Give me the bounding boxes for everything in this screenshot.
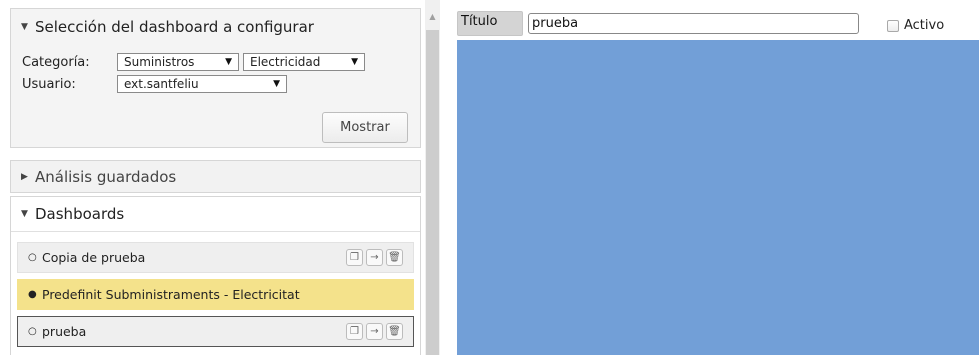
category-label: Categoría:: [22, 54, 90, 70]
dashboard-item-label: prueba: [42, 324, 87, 339]
user-select[interactable]: ext.santfeliu ▼: [117, 75, 287, 93]
dropdown-arrow-icon: ▼: [225, 57, 232, 67]
dashboard-item-actions: ❐ → 🗑: [346, 249, 403, 266]
arrow-right-icon[interactable]: →: [366, 249, 383, 266]
collapse-triangle-icon: ▼: [21, 22, 28, 32]
dashboards-title: Dashboards: [35, 205, 125, 223]
arrow-right-icon[interactable]: →: [366, 323, 383, 340]
scrollbar-thumb[interactable]: [426, 30, 439, 355]
trash-icon[interactable]: 🗑: [386, 249, 403, 266]
dropdown-arrow-icon: ▼: [351, 57, 358, 67]
radio-filled-icon: ●: [28, 289, 37, 300]
dashboards-header[interactable]: ▼ Dashboards: [11, 197, 420, 231]
dashboard-selection-panel: ▼ Selección del dashboard a configurar C…: [10, 8, 421, 148]
category-row: Categoría: Suministros ▼ Electricidad ▼: [22, 53, 369, 71]
dashboards-panel: ▼ Dashboards ○ Copia de prueba ❐ → 🗑 ● P…: [10, 196, 421, 355]
dashboard-canvas[interactable]: [457, 40, 979, 355]
user-select-value: ext.santfeliu: [124, 77, 199, 91]
expand-triangle-icon: ▶: [21, 171, 28, 182]
saved-analysis-panel: ▶ Análisis guardados: [10, 160, 421, 193]
dropdown-arrow-icon: ▼: [273, 79, 280, 89]
copy-icon[interactable]: ❐: [346, 249, 363, 266]
category-select-value: Suministros: [124, 55, 195, 69]
active-checkbox[interactable]: [887, 19, 899, 32]
scroll-up-arrow-icon[interactable]: ▲: [425, 0, 440, 30]
dashboard-item[interactable]: ○ prueba ❐ → 🗑: [17, 316, 414, 347]
left-column: ▼ Selección del dashboard a configurar C…: [0, 0, 422, 355]
collapse-triangle-icon: ▼: [21, 209, 28, 219]
subcategory-select[interactable]: Electricidad ▼: [243, 53, 365, 71]
title-input[interactable]: [528, 13, 859, 34]
show-button[interactable]: Mostrar: [322, 112, 408, 143]
user-label: Usuario:: [22, 76, 76, 92]
trash-icon[interactable]: 🗑: [386, 323, 403, 340]
active-label: Activo: [904, 18, 945, 33]
dashboard-item-label: Predefinit Subministraments - Electricit…: [42, 287, 300, 302]
subcategory-select-value: Electricidad: [250, 55, 321, 69]
radio-empty-icon: ○: [28, 326, 37, 337]
user-row: Usuario: ext.santfeliu ▼: [22, 75, 291, 93]
dashboard-item[interactable]: ○ Copia de prueba ❐ → 🗑: [17, 242, 414, 273]
dashboards-list: ○ Copia de prueba ❐ → 🗑 ● Predefinit Sub…: [11, 231, 420, 355]
category-select[interactable]: Suministros ▼: [117, 53, 239, 71]
dashboard-item-selected[interactable]: ● Predefinit Subministraments - Electric…: [17, 279, 414, 310]
selection-panel-body: Categoría: Suministros ▼ Electricidad ▼ …: [11, 45, 420, 147]
title-label: Título: [457, 11, 523, 36]
saved-analysis-title: Análisis guardados: [35, 167, 177, 186]
selection-panel-header[interactable]: ▼ Selección del dashboard a configurar: [11, 9, 420, 45]
active-checkbox-wrapper[interactable]: Activo: [887, 18, 944, 33]
dashboard-item-label: Copia de prueba: [42, 250, 146, 265]
radio-empty-icon: ○: [28, 252, 37, 263]
copy-icon[interactable]: ❐: [346, 323, 363, 340]
dashboard-item-actions: ❐ → 🗑: [346, 323, 403, 340]
saved-analysis-header[interactable]: ▶ Análisis guardados: [11, 161, 420, 192]
vertical-scrollbar[interactable]: ▲: [425, 0, 440, 355]
selection-panel-title: Selección del dashboard a configurar: [35, 18, 314, 36]
